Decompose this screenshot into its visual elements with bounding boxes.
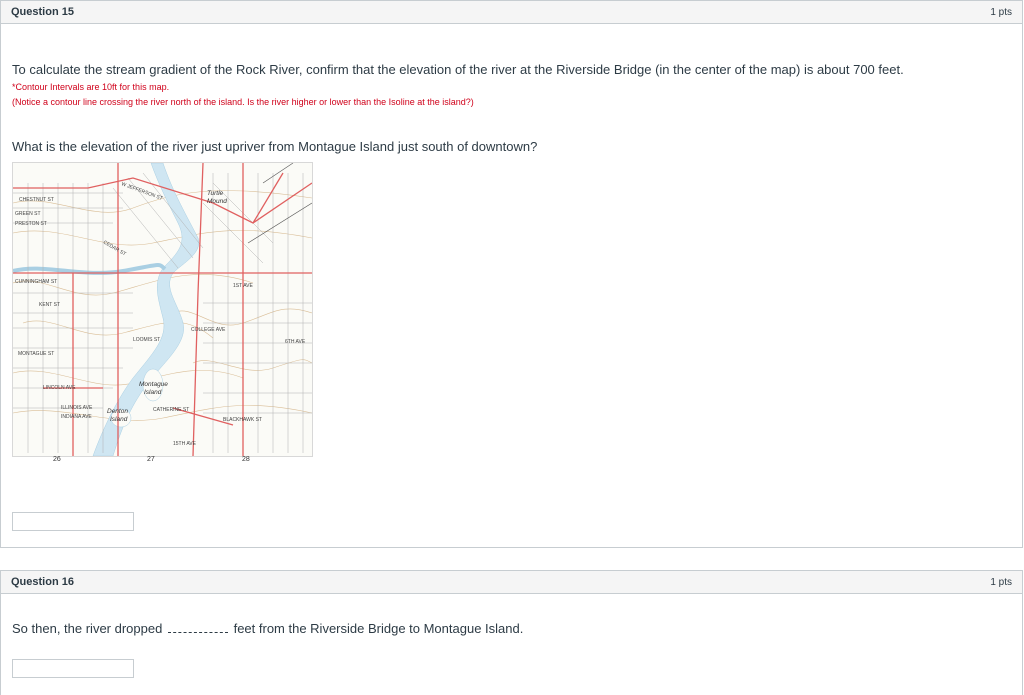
cedar-st-label: CEDAR ST (102, 240, 127, 258)
catherine-st-label: CATHERINE ST (153, 407, 189, 413)
illinois-ave-label: ILLINOIS AVE (61, 405, 93, 411)
answer-input-q15[interactable] (12, 512, 134, 531)
sixth-ave-label: 6TH AVE (285, 339, 306, 345)
montague-island-label: Island (144, 389, 162, 396)
green-st-label: GREEN ST (15, 211, 41, 217)
chestnut-st-label: CHESTNUT ST (19, 197, 54, 203)
kent-st-label: KENT ST (39, 302, 60, 308)
topographic-map-image: Turtle Mound Montague Island Denton Isla… (12, 162, 313, 457)
cunningham-st-label: CUNNINGHAM ST (15, 279, 57, 285)
denton-island-label: Island (110, 416, 128, 423)
question-title: Question 15 (11, 6, 74, 18)
turtle-label: Turtle (207, 190, 224, 197)
college-ave-label: COLLEGE AVE (191, 327, 226, 333)
montague-st-label: MONTAGUE ST (18, 351, 54, 357)
montague-label: Montague (139, 381, 168, 388)
fill-blank (167, 632, 228, 633)
lincoln-ave-label: LINCOLN AVE (43, 385, 76, 391)
question-points: 1 pts (990, 576, 1012, 588)
question-text: So then, the river dropped feet from the… (12, 621, 523, 636)
loomis-st-label: LOOMIS ST (133, 337, 160, 343)
question-16-card: Question 16 1 pts So then, the river dro… (0, 570, 1023, 695)
question-header: Question 15 1 pts (1, 1, 1022, 24)
fifteenth-ave-label: 15TH AVE (173, 441, 197, 447)
indiana-ave-label: INDIANA AVE (61, 414, 92, 420)
contour-note: *Contour Intervals are 10ft for this map… (12, 82, 170, 92)
grid-label-26: 26 (53, 456, 61, 463)
blackhawk-st-label: BLACKHAWK ST (223, 417, 262, 423)
answer-input-q16[interactable] (12, 659, 134, 678)
mound-label: Mound (207, 198, 227, 205)
preston-st-label: PRESTON ST (15, 221, 47, 227)
first-ave-label: 1ST AVE (233, 283, 253, 289)
question-prompt: What is the elevation of the river just … (12, 139, 538, 154)
question-intro: To calculate the stream gradient of the … (12, 62, 904, 77)
question-text-after: feet from the Riverside Bridge to Montag… (233, 621, 524, 636)
question-header: Question 16 1 pts (1, 571, 1022, 594)
denton-label: Denton (107, 408, 128, 415)
question-15-card: Question 15 1 pts To calculate the strea… (0, 0, 1023, 548)
jefferson-st-label: W JEFFERSON ST (120, 181, 163, 202)
grid-label-27: 27 (147, 456, 155, 463)
question-text-before: So then, the river dropped (12, 621, 163, 636)
isoline-note: (Notice a contour line crossing the rive… (12, 97, 474, 107)
question-title: Question 16 (11, 576, 74, 588)
question-points: 1 pts (990, 6, 1012, 18)
grid-label-28: 28 (242, 456, 250, 463)
map-drawing: Turtle Mound Montague Island Denton Isla… (13, 163, 312, 456)
